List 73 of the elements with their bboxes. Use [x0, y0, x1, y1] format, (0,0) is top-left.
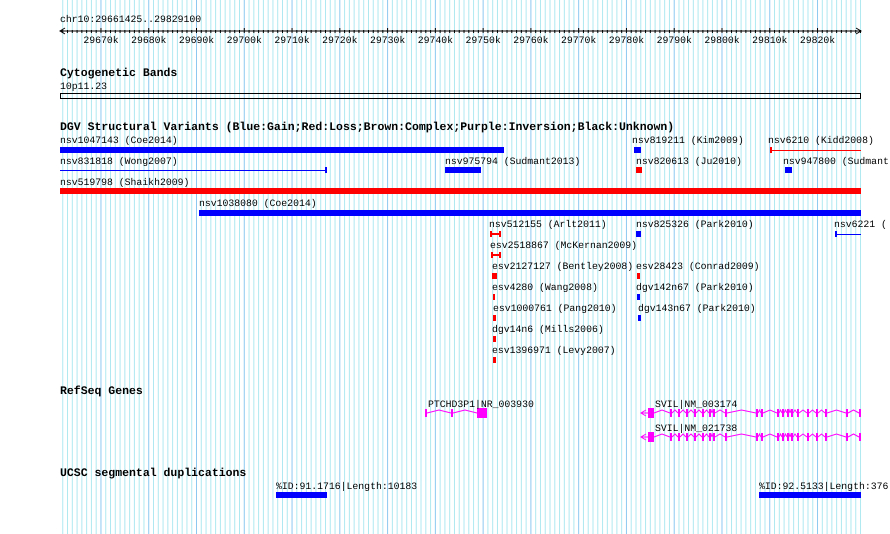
- variant-label: nsv6210 (Kidd2008): [768, 135, 874, 146]
- tick-label: 29820k: [800, 35, 836, 46]
- variant-bar[interactable]: [637, 273, 640, 279]
- tick-label: 29800k: [704, 35, 740, 46]
- variant-bar[interactable]: [493, 315, 496, 321]
- variant-bar[interactable]: [492, 273, 497, 279]
- gene-label: SVIL|NM_021738: [655, 423, 738, 434]
- variant-bar[interactable]: [636, 167, 642, 173]
- variant-label: dgv14n6 (Mills2006): [492, 324, 604, 335]
- tick-label: 29810k: [752, 35, 788, 46]
- duplication-label: %ID:92.5133|Length:376: [759, 481, 888, 492]
- tick-label: 29760k: [513, 35, 549, 46]
- track-title: Cytogenetic Bands: [60, 67, 178, 80]
- variant-label: esv2518867 (McKernan2009): [490, 240, 637, 251]
- tick-label: 29680k: [131, 35, 166, 46]
- variant-label: nsv6221 (: [834, 219, 887, 230]
- tick-label: 29700k: [226, 35, 262, 46]
- variant-bar[interactable]: [60, 147, 504, 153]
- tick-label: 29670k: [83, 35, 119, 46]
- tick-label: 29710k: [274, 35, 310, 46]
- duplication-bar[interactable]: [276, 492, 327, 498]
- track-title: RefSeq Genes: [60, 385, 143, 398]
- tick-label: 29730k: [370, 35, 406, 46]
- variant-label: nsv947800 (Sudmant: [783, 156, 889, 167]
- variant-bar[interactable]: [785, 167, 792, 173]
- tick-label: 29690k: [178, 35, 214, 46]
- gene-label: SVIL|NM_003174: [655, 399, 738, 410]
- variant-bar[interactable]: [636, 231, 641, 237]
- variant-label: nsv831818 (Wong2007): [60, 156, 178, 167]
- variant-label: nsv825326 (Park2010): [636, 219, 754, 230]
- variant-label: esv2127127 (Bentley2008): [492, 261, 634, 272]
- tick-label: 29780k: [608, 35, 644, 46]
- variant-label: esv1396971 (Levy2007): [492, 345, 616, 356]
- gene-model-drawing[interactable]: [640, 432, 861, 442]
- variant-label: dgv143n67 (Park2010): [638, 303, 756, 314]
- duplication-label: %ID:91.1716|Length:10183: [276, 481, 418, 492]
- variant-bar[interactable]: [493, 336, 496, 342]
- variant-bar[interactable]: [493, 357, 496, 363]
- variant-label: nsv519798 (Shaikh2009): [60, 177, 190, 188]
- variant-label: nsv819211 (Kim2009): [632, 135, 744, 146]
- tick-label: 29770k: [561, 35, 596, 46]
- variant-bar[interactable]: [445, 167, 481, 173]
- variant-bar[interactable]: [60, 188, 861, 194]
- variant-bar[interactable]: [637, 294, 640, 300]
- variant-line[interactable]: [834, 231, 862, 237]
- variant-line[interactable]: [60, 167, 328, 173]
- variant-label: dgv142n67 (Park2010): [636, 282, 754, 293]
- variant-span[interactable]: [490, 231, 501, 237]
- variant-label: esv1000761 (Pang2010): [493, 303, 616, 314]
- tick-label: 29790k: [656, 35, 692, 46]
- variant-span[interactable]: [491, 252, 501, 258]
- track-title: UCSC segmental duplications: [60, 467, 246, 480]
- gene-model-drawing[interactable]: [425, 408, 487, 418]
- variant-bar[interactable]: [199, 210, 861, 216]
- gene-label: PTCHD3P1|NR_003930: [428, 399, 534, 410]
- band-label: 10p11.23: [60, 81, 108, 92]
- duplication-bar[interactable]: [759, 492, 861, 498]
- variant-line[interactable]: [770, 147, 862, 153]
- track-title: DGV Structural Variants (Blue:Gain;Red:Loss;Brown:Complex;Purple:Inversion;Black:Unknown): [60, 121, 674, 134]
- variant-label: nsv1047143 (Coe2014): [60, 135, 178, 146]
- variant-label: esv4280 (Wang2008): [492, 282, 598, 293]
- variant-label: nsv512155 (Arlt2011): [489, 219, 607, 230]
- gene-model-drawing[interactable]: [640, 408, 861, 418]
- tick-label: 29750k: [465, 35, 501, 46]
- variant-label: nsv1038080 (Coe2014): [199, 198, 317, 209]
- tick-label: 29740k: [418, 35, 453, 46]
- variant-label: esv28423 (Conrad2009): [636, 261, 760, 272]
- variant-label: nsv820613 (Ju2010): [636, 156, 742, 167]
- variant-label: nsv975794 (Sudmant2013): [445, 156, 580, 167]
- location-label: chr10:29661425..29829100: [60, 14, 202, 25]
- tick-label: 29720k: [322, 35, 358, 46]
- variant-bar[interactable]: [634, 147, 641, 153]
- variant-bar[interactable]: [638, 315, 641, 321]
